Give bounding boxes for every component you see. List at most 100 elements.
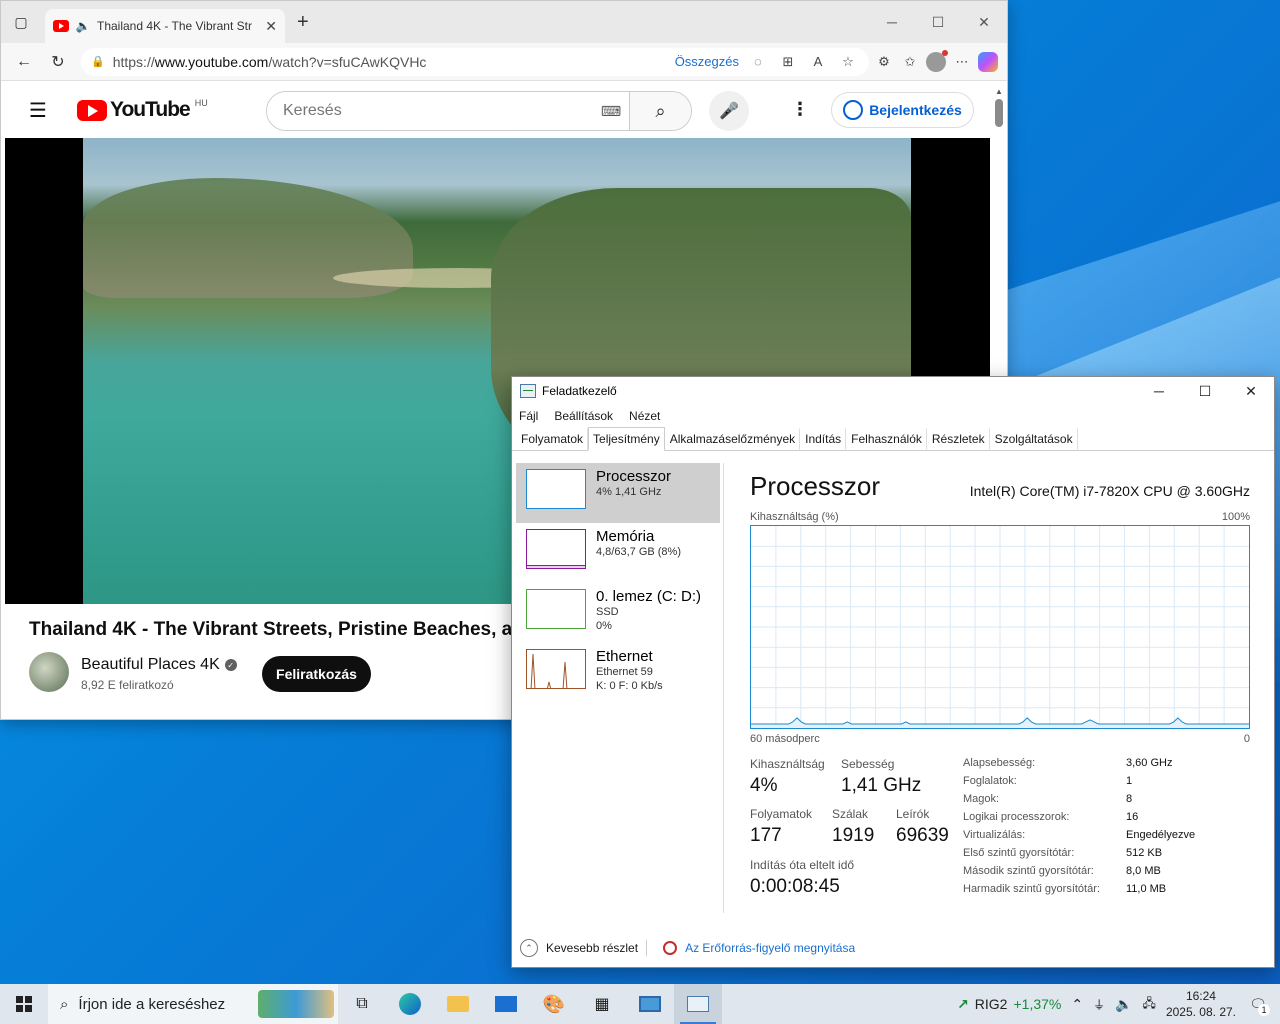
- tm-footer: ⌃ Kevesebb részlet Az Erőforrás-figyelő …: [512, 929, 1274, 967]
- keyboard-icon[interactable]: ⌨: [593, 92, 629, 130]
- tab-users[interactable]: Felhasználók: [846, 428, 927, 450]
- mail-icon[interactable]: [482, 984, 530, 1024]
- hamburger-menu-icon[interactable]: ☰: [29, 98, 53, 123]
- copilot-summary-icon[interactable]: ◌: [747, 51, 769, 73]
- maximize-button[interactable]: ☐: [915, 1, 961, 43]
- stock-widget[interactable]: ↗ RIG2 +1,37%: [957, 996, 1061, 1013]
- subscribe-button[interactable]: Feliratkozás: [262, 656, 371, 692]
- page-scrollbar[interactable]: ▲: [995, 87, 1003, 127]
- tab-actions-icon[interactable]: ▢: [9, 10, 33, 34]
- verified-icon: ✓: [224, 659, 237, 671]
- sidebar-item-ethernet[interactable]: Ethernet Ethernet 59 K: 0 F: 0 Kb/s: [516, 643, 720, 703]
- youtube-header: ☰ YouTube HU ⌨ ⌕ 🎤 ⋮ Bejelentkezés: [1, 83, 989, 137]
- url-field[interactable]: 🔒 https://www.youtube.com/watch?v=sfuCAw…: [81, 47, 869, 76]
- reload-button[interactable]: ↻: [43, 47, 73, 77]
- file-explorer-icon[interactable]: [434, 984, 482, 1024]
- panel-title: Processzor: [750, 471, 881, 501]
- spec-value: Engedélyezve: [1126, 829, 1196, 841]
- tab-processes[interactable]: Folyamatok: [516, 428, 589, 450]
- tm-maximize-button[interactable]: ☐: [1182, 377, 1228, 405]
- youtube-logo[interactable]: YouTube HU: [77, 98, 208, 122]
- account-icon: [843, 100, 864, 120]
- volume-icon[interactable]: 🔈: [1115, 996, 1132, 1013]
- copilot-icon[interactable]: [977, 51, 999, 73]
- chip-app-icon[interactable]: ▦: [578, 984, 626, 1024]
- apps-icon[interactable]: ⊞: [777, 51, 799, 73]
- start-button[interactable]: [0, 984, 48, 1024]
- close-window-button[interactable]: ✕: [961, 1, 1007, 43]
- stock-chart-icon: ↗: [957, 995, 969, 1012]
- minimize-button[interactable]: ─: [869, 1, 915, 43]
- sidebar-item-cpu[interactable]: Processzor 4% 1,41 GHz: [516, 463, 720, 523]
- graph-time-label: 60 másodperc: [750, 733, 820, 745]
- new-tab-button[interactable]: +: [297, 11, 309, 34]
- tab-details[interactable]: Részletek: [927, 428, 990, 450]
- read-aloud-icon[interactable]: A: [807, 51, 829, 73]
- more-menu-icon[interactable]: ⋯: [951, 51, 973, 73]
- search-button[interactable]: ⌕: [629, 92, 691, 130]
- profile-avatar[interactable]: [925, 49, 948, 73]
- resource-monitor-link[interactable]: Az Erőforrás-figyelő megnyitása: [685, 941, 855, 955]
- spec-key: Alapsebesség:: [963, 757, 1036, 769]
- address-bar: ← ↻ 🔒 https://www.youtube.com/watch?v=sf…: [1, 43, 1007, 81]
- threads-label: Szálak: [832, 807, 869, 821]
- processes-label: Folyamatok: [750, 807, 813, 821]
- windows-logo-icon: [16, 996, 32, 1012]
- tab-performance[interactable]: Teljesítmény: [588, 427, 665, 451]
- summarize-link[interactable]: Összegzés: [675, 54, 739, 69]
- channel-avatar[interactable]: [29, 652, 69, 692]
- fewer-details-link[interactable]: Kevesebb részlet: [546, 941, 638, 955]
- spec-key: Logikai processzorok:: [963, 811, 1070, 823]
- remote-desktop-icon[interactable]: [626, 984, 674, 1024]
- spec-key: Harmadik szintű gyorsítótár:: [963, 883, 1100, 895]
- spec-value: 11,0 MB: [1126, 883, 1167, 895]
- extensions-icon[interactable]: ⚙: [873, 51, 895, 73]
- task-manager-taskbar-icon[interactable]: [674, 984, 722, 1024]
- browser-tab-youtube[interactable]: 🔈 Thailand 4K - The Vibrant Str ✕: [45, 9, 285, 43]
- util-value: 4%: [750, 775, 778, 796]
- handles-value: 69639: [896, 825, 949, 846]
- paint-icon[interactable]: 🎨: [530, 984, 578, 1024]
- spec-value: 16: [1126, 811, 1139, 823]
- disk-sparkline: [526, 589, 586, 629]
- resource-monitor-icon: [663, 941, 678, 955]
- tm-menubar: Fájl Beállítások Nézet: [512, 405, 1274, 427]
- video-title: Thailand 4K - The Vibrant Streets, Prist…: [29, 619, 524, 640]
- menu-view[interactable]: Nézet: [629, 409, 660, 423]
- tm-close-button[interactable]: ✕: [1228, 377, 1274, 405]
- back-button[interactable]: ←: [9, 47, 39, 77]
- tm-tabs: Folyamatok Teljesítmény Alkalmazáselőzmé…: [512, 427, 1274, 451]
- notification-center-icon[interactable]: 🗨 1: [1246, 992, 1270, 1016]
- tm-minimize-button[interactable]: ─: [1136, 377, 1182, 405]
- memory-sparkline: [526, 529, 586, 569]
- sidebar-item-disk[interactable]: 0. lemez (C: D:) SSD 0%: [516, 583, 720, 643]
- task-view-icon[interactable]: ⧉: [338, 984, 386, 1024]
- task-manager-titlebar: Feladatkezelő ─ ☐ ✕: [512, 377, 1274, 405]
- menu-options[interactable]: Beállítások: [554, 409, 613, 423]
- settings-kebab-icon[interactable]: ⋮: [791, 99, 809, 120]
- channel-subscribers: 8,92 E feliratkozó: [81, 678, 174, 692]
- network-icon[interactable]: 🖧: [1143, 994, 1156, 1015]
- threads-value: 1919: [832, 825, 875, 846]
- clock[interactable]: 16:24 2025. 08. 27.: [1166, 988, 1236, 1020]
- sidebar-item-memory[interactable]: Memória 4,8/63,7 GB (8%): [516, 523, 720, 583]
- search-input[interactable]: [267, 92, 593, 130]
- microphone-icon[interactable]: 🎤: [709, 91, 749, 131]
- close-tab-icon[interactable]: ✕: [265, 18, 277, 35]
- speed-label: Sebesség: [841, 757, 895, 771]
- chevron-up-icon[interactable]: ⌃: [520, 939, 538, 957]
- tab-services[interactable]: Szolgáltatások: [990, 428, 1078, 450]
- signin-button[interactable]: Bejelentkezés: [831, 92, 974, 128]
- tab-app-history[interactable]: Alkalmazáselőzmények: [665, 428, 801, 450]
- tab-title: Thailand 4K - The Vibrant Str: [97, 19, 252, 33]
- menu-file[interactable]: Fájl: [519, 409, 538, 423]
- edge-icon[interactable]: [386, 984, 434, 1024]
- favorite-star-icon[interactable]: ☆: [837, 51, 859, 73]
- channel-name[interactable]: Beautiful Places 4K ✓: [81, 656, 237, 674]
- favorites-icon[interactable]: ✩: [899, 51, 921, 73]
- chevron-up-tray-icon[interactable]: ⌃: [1071, 996, 1083, 1013]
- speaker-icon[interactable]: 🔈: [75, 14, 91, 38]
- usb-icon[interactable]: ⏚: [1093, 996, 1105, 1013]
- tab-startup[interactable]: Indítás: [800, 428, 847, 450]
- taskbar-search[interactable]: ⌕ Írjon ide a kereséshez: [48, 984, 338, 1024]
